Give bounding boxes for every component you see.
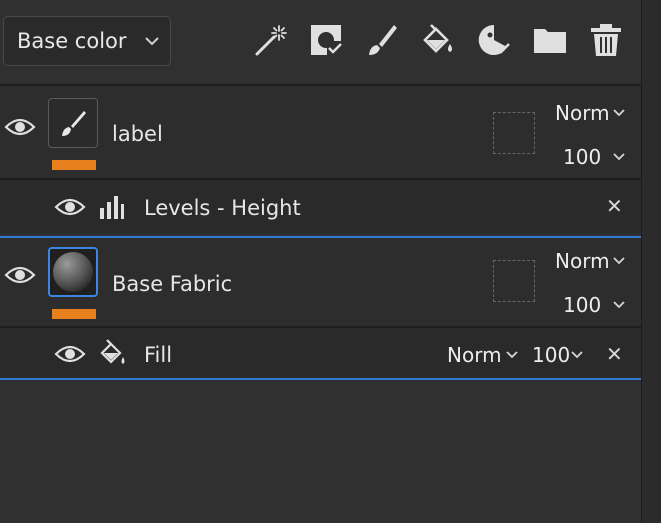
- layer-color-tag: [52, 309, 96, 319]
- opacity-value[interactable]: 100: [563, 145, 601, 169]
- channel-dropdown[interactable]: Base color: [3, 16, 171, 66]
- trash-icon[interactable]: [588, 22, 624, 58]
- eye-icon[interactable]: [54, 196, 86, 218]
- sphere-preview: [53, 252, 93, 292]
- opacity-value[interactable]: 100: [532, 343, 570, 367]
- blend-mode-dropdown[interactable]: Norm: [555, 249, 610, 273]
- paint-brush-icon: [62, 111, 86, 136]
- chevron-down-icon[interactable]: [505, 350, 519, 360]
- empty-layer-area: [0, 380, 641, 523]
- chevron-down-icon[interactable]: [612, 108, 626, 118]
- effect-name[interactable]: Levels - Height: [144, 196, 301, 220]
- eye-icon[interactable]: [4, 116, 36, 138]
- smart-mask-icon[interactable]: [476, 22, 512, 58]
- chevron-down-icon: [145, 37, 159, 46]
- close-icon[interactable]: ✕: [606, 194, 623, 218]
- layer-mask-slot[interactable]: [493, 112, 535, 154]
- effect-row[interactable]: Fill Norm 100 ✕: [0, 326, 641, 378]
- chevron-down-icon[interactable]: [612, 256, 626, 266]
- effect-row[interactable]: Levels - Height ✕: [0, 178, 641, 234]
- eye-icon[interactable]: [4, 264, 36, 286]
- blend-mode-dropdown[interactable]: Norm: [447, 343, 502, 367]
- eye-icon[interactable]: [54, 343, 86, 365]
- folder-icon[interactable]: [532, 22, 568, 58]
- chevron-down-icon[interactable]: [570, 350, 584, 360]
- chevron-down-icon[interactable]: [612, 152, 626, 162]
- smart-material-icon[interactable]: [308, 22, 344, 58]
- layer-thumbnail[interactable]: [48, 247, 98, 297]
- layer-row[interactable]: label Norm 100: [0, 86, 641, 178]
- layer-row[interactable]: Base Fabric Norm 100: [0, 238, 641, 326]
- close-icon[interactable]: ✕: [606, 342, 623, 366]
- layer-mask-slot[interactable]: [493, 260, 535, 302]
- layer-name[interactable]: label: [112, 122, 163, 146]
- levels-icon: [100, 196, 124, 219]
- effect-name[interactable]: Fill: [144, 343, 172, 367]
- magic-wand-icon[interactable]: [252, 22, 288, 58]
- opacity-value[interactable]: 100: [563, 293, 601, 317]
- blend-mode-dropdown[interactable]: Norm: [555, 101, 610, 125]
- layer-color-tag: [52, 160, 96, 170]
- layer-thumbnail[interactable]: [48, 98, 98, 148]
- chevron-down-icon[interactable]: [612, 300, 626, 310]
- paint-brush-icon[interactable]: [364, 22, 400, 58]
- layers-toolbar: Base color: [0, 0, 641, 86]
- fill-bucket-icon[interactable]: [420, 22, 456, 58]
- channel-dropdown-label: Base color: [17, 29, 127, 53]
- fill-bucket-icon: [100, 339, 125, 364]
- scrollbar-track[interactable]: [641, 0, 661, 523]
- layer-name[interactable]: Base Fabric: [112, 272, 232, 296]
